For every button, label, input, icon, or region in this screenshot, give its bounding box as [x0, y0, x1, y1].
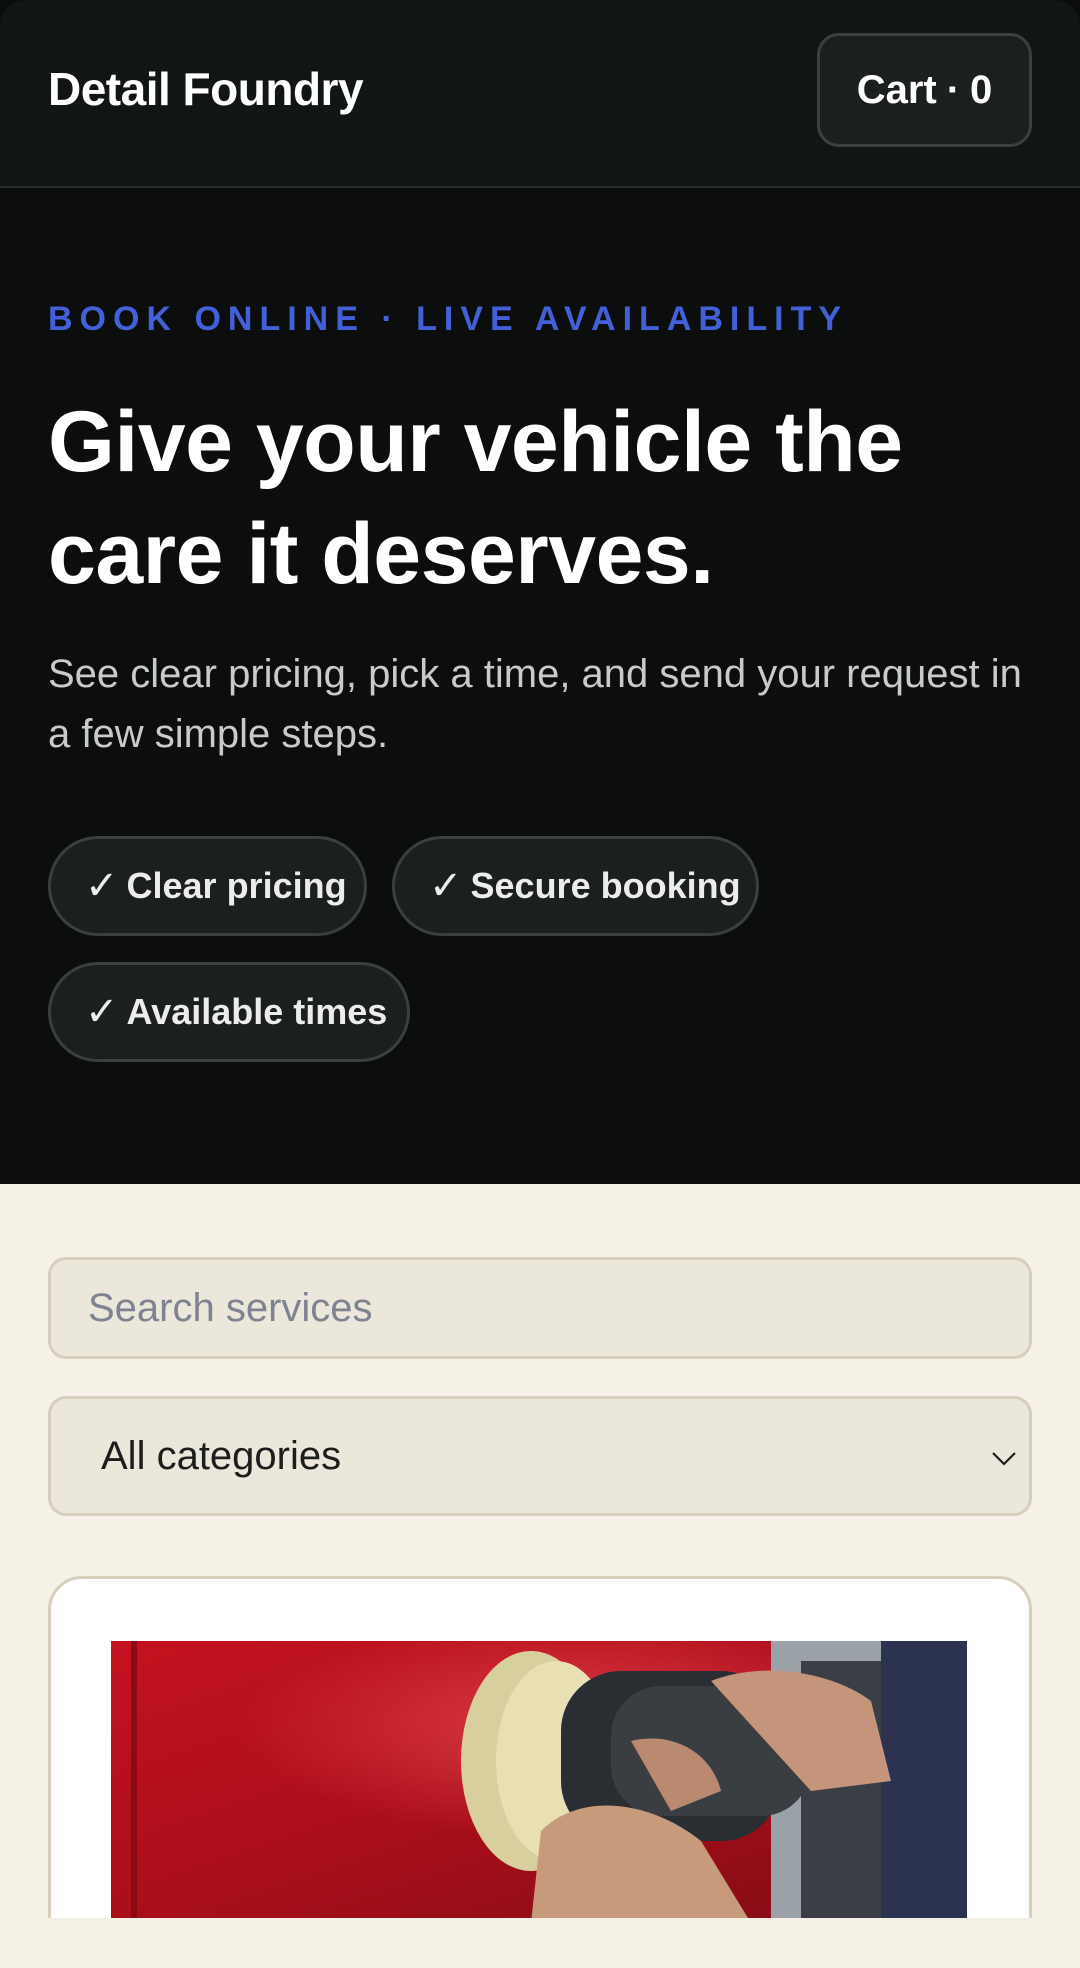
service-image	[111, 1641, 967, 1923]
bottom-bar	[0, 1918, 1080, 1968]
cart-label: Cart	[856, 67, 937, 112]
check-icon: ✓	[85, 864, 119, 908]
chevron-down-icon	[992, 1452, 1016, 1466]
site-header: Detail Foundry Cart · 0	[0, 0, 1080, 188]
hero-headline: Give your vehicle the care it deserves.	[48, 394, 903, 602]
search-input[interactable]	[48, 1257, 1032, 1359]
services-section: All categories	[0, 1184, 1080, 1968]
badge-label: Secure booking	[470, 865, 741, 906]
hero-section: BOOK ONLINE · LIVE AVAILABILITY Give you…	[0, 190, 1080, 1184]
hero-subtext: See clear pricing, pick a time, and send…	[48, 652, 1022, 756]
category-selected-value: All categories	[101, 1433, 342, 1478]
badge-secure-booking: ✓ Secure booking	[392, 836, 759, 936]
badge-clear-pricing: ✓ Clear pricing	[48, 836, 367, 936]
badge-available-times: ✓ Available times	[48, 962, 410, 1062]
check-icon: ✓	[85, 990, 119, 1034]
cart-button[interactable]: Cart · 0	[817, 33, 1032, 147]
app-frame: Detail Foundry Cart · 0 BOOK ONLINE · LI…	[0, 0, 1080, 1968]
polisher-photo	[111, 1641, 967, 1923]
cart-separator: ·	[946, 67, 961, 112]
badge-label: Available times	[126, 991, 388, 1032]
check-icon: ✓	[429, 864, 463, 908]
service-card[interactable]	[48, 1576, 1032, 1968]
cart-count: 0	[970, 67, 993, 112]
hero-eyebrow: BOOK ONLINE · LIVE AVAILABILITY	[48, 300, 849, 338]
brand-logo[interactable]: Detail Foundry	[48, 62, 364, 116]
category-select[interactable]: All categories	[48, 1396, 1032, 1516]
badge-label: Clear pricing	[126, 865, 347, 906]
